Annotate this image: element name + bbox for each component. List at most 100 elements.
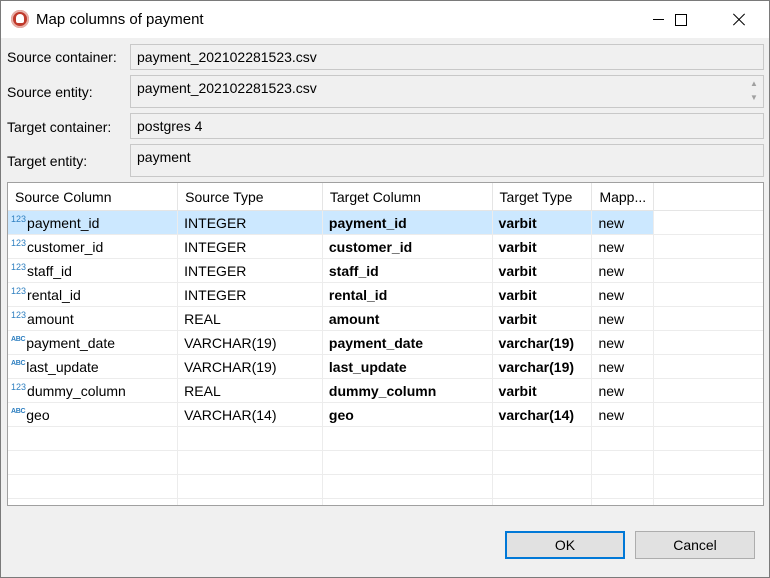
cell-source-type[interactable]: INTEGER: [177, 234, 323, 259]
empty-cell: [8, 474, 179, 499]
source-column-name: payment_date: [26, 334, 115, 351]
numeric-type-icon: 123: [11, 261, 27, 272]
empty-cell: [8, 450, 179, 475]
cell-source-column[interactable]: 123payment_id: [8, 210, 179, 235]
close-button[interactable]: [716, 1, 762, 38]
mapping-grid: Source Column Source Type Target Column …: [8, 183, 763, 505]
cell-mapping[interactable]: new: [591, 378, 655, 403]
source-column-name: payment_id: [27, 214, 100, 231]
cell-mapping[interactable]: new: [591, 306, 655, 331]
cell-source-type[interactable]: REAL: [177, 378, 323, 403]
empty-cell: [322, 474, 493, 499]
string-type-icon: ABC: [11, 407, 26, 415]
cell-target-type[interactable]: varbit: [492, 306, 593, 331]
empty-cell: [653, 474, 763, 499]
target-entity-field: payment: [130, 144, 764, 177]
cell-target-column[interactable]: dummy_column: [322, 378, 493, 403]
cell-source-column[interactable]: 123dummy_column: [8, 378, 179, 403]
cell-mapping[interactable]: new: [591, 210, 655, 235]
header-target-type[interactable]: Target Type: [492, 183, 593, 211]
cell-mapping[interactable]: new: [591, 402, 655, 427]
cell-target-type[interactable]: varchar(19): [492, 330, 593, 355]
cell-target-type[interactable]: varbit: [492, 210, 593, 235]
close-icon: [732, 13, 746, 27]
string-type-icon: ABC: [11, 335, 26, 343]
empty-row: [8, 474, 763, 499]
cell-target-column[interactable]: staff_id: [322, 258, 493, 283]
cell-target-type[interactable]: varbit: [492, 282, 593, 307]
cell-target-column[interactable]: payment_id: [322, 210, 493, 235]
cell-source-type[interactable]: INTEGER: [177, 282, 323, 307]
source-column-name: customer_id: [27, 238, 104, 255]
field-scrollbar[interactable]: ▲ ▼: [747, 77, 761, 106]
cell-source-column[interactable]: 123rental_id: [8, 282, 179, 307]
empty-row: [8, 450, 763, 475]
table-row[interactable]: ABCgeo VARCHAR(14) geo varchar(14) new: [8, 402, 763, 427]
table-row[interactable]: ABClast_update VARCHAR(19) last_update varc…: [8, 354, 763, 379]
empty-cell: [653, 450, 763, 475]
cell-source-column[interactable]: 123amount: [8, 306, 179, 331]
source-column-name: amount: [27, 310, 74, 327]
dialog-window: Map columns of payment Source container:…: [0, 0, 770, 578]
table-row[interactable]: 123dummy_column REAL dummy_column varbit new: [8, 378, 763, 403]
scroll-down-icon[interactable]: ▼: [747, 91, 761, 105]
cell-mapping[interactable]: new: [591, 258, 655, 283]
cell-target-type[interactable]: varbit: [492, 378, 593, 403]
table-row[interactable]: 123customer_id INTEGER customer_id varbit ne…: [8, 234, 763, 259]
maximize-button[interactable]: [658, 1, 704, 38]
header-target-column[interactable]: Target Column: [322, 183, 493, 211]
empty-cell: [492, 498, 593, 505]
title-bar[interactable]: Map columns of payment: [1, 1, 769, 38]
header-mapping[interactable]: Mapp...: [591, 183, 655, 211]
cell-target-column[interactable]: amount: [322, 306, 493, 331]
row-filler: [653, 306, 763, 331]
header-source-type[interactable]: Source Type: [177, 183, 323, 211]
row-filler: [653, 378, 763, 403]
table-row[interactable]: ABCpayment_date VARCHAR(19) payment_date va…: [8, 330, 763, 355]
cell-source-column[interactable]: ABClast_update: [8, 354, 179, 379]
ok-button[interactable]: OK: [505, 531, 625, 559]
cell-mapping[interactable]: new: [591, 282, 655, 307]
column-mapping-table[interactable]: Source Column Source Type Target Column …: [7, 182, 764, 506]
cell-source-column[interactable]: 123customer_id: [8, 234, 179, 259]
empty-cell: [177, 426, 323, 451]
cell-source-type[interactable]: VARCHAR(19): [177, 354, 323, 379]
cell-target-type[interactable]: varchar(14): [492, 402, 593, 427]
source-column-name: staff_id: [27, 262, 72, 279]
empty-cell: [8, 426, 179, 451]
cell-target-column[interactable]: last_update: [322, 354, 493, 379]
table-row[interactable]: 123staff_id INTEGER staff_id varbit new: [8, 258, 763, 283]
cell-mapping[interactable]: new: [591, 234, 655, 259]
row-filler: [653, 210, 763, 235]
cell-source-type[interactable]: VARCHAR(19): [177, 330, 323, 355]
source-container-field: payment_202102281523.csv: [130, 44, 764, 70]
cell-mapping[interactable]: new: [591, 330, 655, 355]
table-row[interactable]: 123rental_id INTEGER rental_id varbit new: [8, 282, 763, 307]
cell-source-column[interactable]: 123staff_id: [8, 258, 179, 283]
row-filler: [653, 282, 763, 307]
scroll-up-icon[interactable]: ▲: [747, 77, 761, 91]
cell-source-type[interactable]: VARCHAR(14): [177, 402, 323, 427]
header-source-column[interactable]: Source Column: [8, 183, 179, 211]
cancel-button[interactable]: Cancel: [635, 531, 755, 559]
cell-mapping[interactable]: new: [591, 354, 655, 379]
table-row[interactable]: 123amount REAL amount varbit new: [8, 306, 763, 331]
source-column-name: geo: [26, 406, 50, 423]
cell-source-type[interactable]: INTEGER: [177, 210, 323, 235]
cell-target-type[interactable]: varbit: [492, 234, 593, 259]
cell-target-type[interactable]: varchar(19): [492, 354, 593, 379]
cell-source-column[interactable]: ABCgeo: [8, 402, 179, 427]
cell-target-column[interactable]: geo: [322, 402, 493, 427]
cell-target-column[interactable]: rental_id: [322, 282, 493, 307]
cell-target-column[interactable]: payment_date: [322, 330, 493, 355]
cell-source-type[interactable]: REAL: [177, 306, 323, 331]
header-filler: [653, 183, 763, 211]
row-filler: [653, 354, 763, 379]
numeric-type-icon: 123: [11, 309, 27, 320]
cell-target-column[interactable]: customer_id: [322, 234, 493, 259]
table-row[interactable]: 123payment_id INTEGER payment_id varbit new: [8, 210, 763, 235]
cell-source-column[interactable]: ABCpayment_date: [8, 330, 179, 355]
string-type-icon: ABC: [11, 359, 26, 367]
cell-source-type[interactable]: INTEGER: [177, 258, 323, 283]
cell-target-type[interactable]: varbit: [492, 258, 593, 283]
